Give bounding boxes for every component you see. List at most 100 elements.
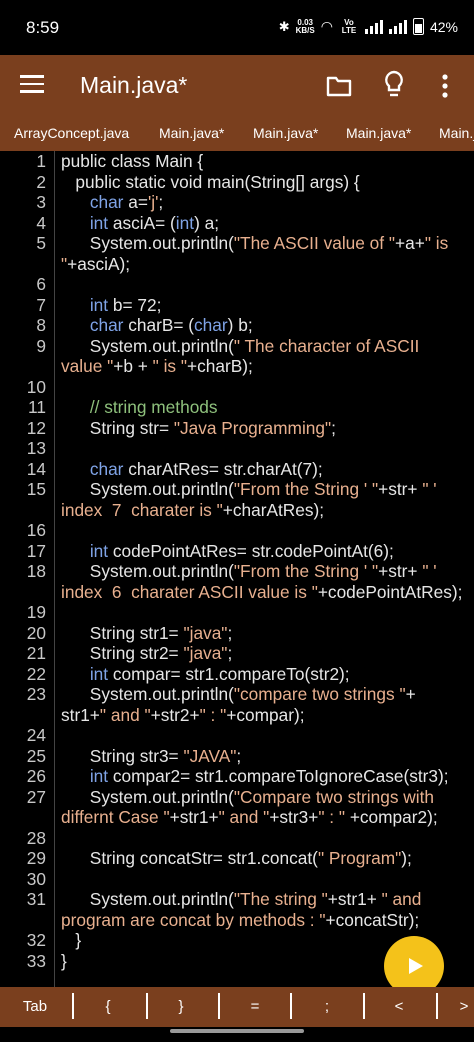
code-line[interactable]: index 6 charater ASCII value is "+codePo… [0, 582, 474, 603]
code-line[interactable]: 5 System.out.println("The ASCII value of… [0, 233, 474, 254]
code-line[interactable]: 7 int b= 72; [0, 295, 474, 316]
code-token: compar= str1.compareTo(str2); [108, 663, 350, 684]
code-line[interactable]: 20 String str1= "java"; [0, 623, 474, 644]
code-text: } [61, 930, 81, 951]
code-line[interactable]: 30 [0, 869, 474, 890]
code-token-kw: char [89, 192, 124, 212]
code-line[interactable]: 26 int compar2= str1.compareToIgnoreCase… [0, 766, 474, 787]
code-line[interactable]: "+asciA); [0, 254, 474, 275]
code-line[interactable]: 9 System.out.println(" The character of … [0, 336, 474, 357]
code-token: + [405, 684, 416, 704]
code-line[interactable]: 27 System.out.println("Compare two strin… [0, 787, 474, 808]
code-token-str: " The character of ASCII [233, 335, 420, 356]
code-line[interactable]: 1 public class Main { [0, 151, 474, 172]
code-token-str: " and " [99, 704, 151, 725]
key-semicolon[interactable]: ; [298, 987, 356, 1027]
code-line[interactable]: 23 System.out.println("compare two strin… [0, 684, 474, 705]
code-text: String str1= "java"; [61, 623, 232, 644]
code-line[interactable]: 11 // string methods [0, 397, 474, 418]
code-line[interactable]: str1+" and "+str2+" : "+compar); [0, 705, 474, 726]
key-tab[interactable]: Tab [10, 987, 60, 1027]
lightbulb-icon[interactable] [383, 69, 405, 101]
code-line[interactable]: 19 [0, 602, 474, 623]
code-line[interactable]: 8 char charB= (char) b; [0, 315, 474, 336]
key-greater-than[interactable]: > [444, 987, 474, 1027]
code-token: System.out.println( [61, 335, 234, 356]
code-token: +str2+ [150, 704, 200, 725]
code-line[interactable]: 13 [0, 438, 474, 459]
menu-icon[interactable] [20, 75, 44, 95]
code-token-kw: int [89, 294, 109, 315]
key-less-than[interactable]: < [370, 987, 428, 1027]
code-token-str: index 6 charater ASCII value is " [61, 581, 318, 602]
code-token-str: "java" [183, 643, 228, 663]
code-token-str: index 7 charater is " [61, 499, 223, 520]
code-token: ; [227, 643, 233, 663]
line-number: 29 [26, 848, 46, 868]
code-line[interactable]: 28 [0, 828, 474, 849]
code-token: +codePointAtRes); [317, 581, 463, 602]
key-close-brace[interactable]: } [152, 987, 210, 1027]
code-token-str: " is [424, 233, 449, 253]
code-token-kw: int [89, 212, 109, 233]
code-line[interactable]: 2 public static void main(String[] args)… [0, 172, 474, 193]
status-icons: ✱ 0.03 KB/S ◠ Vo LTE 42% [279, 18, 458, 35]
code-line[interactable]: differnt Case "+str1+" and "+str3+" : " … [0, 807, 474, 828]
code-line[interactable]: 10 [0, 377, 474, 398]
code-area[interactable]: 1 public class Main {2 public static void… [0, 151, 474, 971]
tab-main-3[interactable]: Main.java* [346, 125, 411, 141]
line-number: 6 [36, 274, 46, 294]
line-number: 30 [26, 868, 46, 889]
line-number: 17 [26, 540, 46, 561]
code-line[interactable]: index 7 charater is "+charAtRes); [0, 500, 474, 521]
code-line[interactable]: 29 String concatStr= str1.concat(" Progr… [0, 848, 474, 869]
code-line[interactable]: 12 String str= "Java Programming"; [0, 418, 474, 439]
code-line[interactable]: 14 char charAtRes= str.charAt(7); [0, 459, 474, 480]
code-token: asciA= ( [108, 212, 176, 233]
code-token-str: " and [381, 889, 422, 909]
code-token-str: "compare two strings " [233, 684, 406, 704]
code-text: public class Main { [61, 151, 203, 172]
folder-icon[interactable] [326, 73, 352, 99]
code-editor[interactable]: 1 public class Main {2 public static void… [0, 151, 474, 987]
code-token-kw: char [89, 315, 124, 335]
code-line[interactable]: 18 System.out.println("From the String '… [0, 561, 474, 582]
code-token: str1+ [61, 704, 100, 725]
code-line[interactable]: 3 char a='j'; [0, 192, 474, 213]
code-token: +str1+ [327, 889, 382, 909]
status-time: 8:59 [26, 18, 60, 37]
tab-main-2[interactable]: Main.java* [253, 125, 318, 141]
code-text: int asciA= (int) a; [61, 213, 219, 234]
tab-main-4[interactable]: Main.j [439, 125, 474, 141]
code-token: String str2= [61, 643, 184, 663]
home-indicator[interactable] [170, 1029, 304, 1033]
code-line[interactable]: 25 String str3= "JAVA"; [0, 746, 474, 767]
code-line[interactable]: 16 [0, 520, 474, 541]
code-line[interactable]: 24 [0, 725, 474, 746]
key-open-brace[interactable]: { [80, 987, 136, 1027]
code-line[interactable]: 31 System.out.println("The string "+str1… [0, 889, 474, 910]
line-number: 14 [26, 458, 46, 479]
code-line[interactable]: value "+b + " is "+charB); [0, 356, 474, 377]
code-token: +str3+ [269, 807, 319, 827]
code-token-str: "Compare two strings with [233, 786, 435, 807]
net-speed-unit: KB/S [295, 25, 315, 35]
code-text: int codePointAtRes= str.codePointAt(6); [61, 541, 394, 562]
code-line[interactable]: 22 int compar= str1.compareTo(str2); [0, 664, 474, 685]
code-text: value "+b + " is "+charB); [61, 356, 253, 377]
line-number: 11 [28, 397, 46, 417]
code-line[interactable]: program are concat by methods : "+concat… [0, 910, 474, 931]
tab-arrayconcept[interactable]: ArrayConcept.java [14, 125, 129, 141]
code-token-str: " is " [152, 356, 188, 376]
key-equals[interactable]: = [226, 987, 284, 1027]
code-line[interactable]: 6 [0, 274, 474, 295]
code-token-kw: int [89, 766, 109, 786]
code-line[interactable]: 21 String str2= "java"; [0, 643, 474, 664]
code-line[interactable]: 4 int asciA= (int) a; [0, 213, 474, 234]
tab-main-1[interactable]: Main.java* [159, 125, 224, 141]
more-vert-icon[interactable] [440, 72, 450, 100]
code-line[interactable]: 17 int codePointAtRes= str.codePointAt(6… [0, 541, 474, 562]
status-bar: 8:59 ✱ 0.03 KB/S ◠ Vo LTE 42% [0, 0, 474, 55]
code-line[interactable]: 15 System.out.println("From the String '… [0, 479, 474, 500]
